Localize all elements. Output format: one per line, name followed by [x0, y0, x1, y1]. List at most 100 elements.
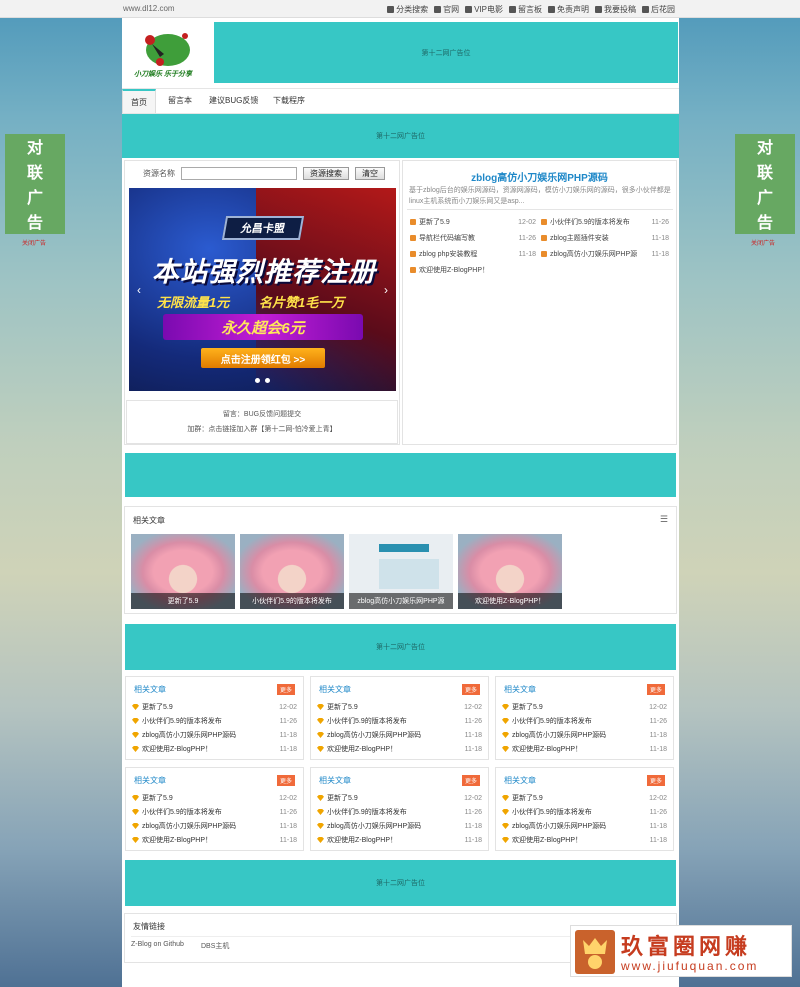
card-row[interactable]: 更新了5.9 12-02	[317, 792, 482, 804]
top-link-disclaimer[interactable]: 免责声明	[548, 4, 589, 15]
site-url[interactable]: www.dl12.com	[123, 4, 175, 13]
top-link-garden[interactable]: 后花园	[642, 4, 675, 15]
friend-link[interactable]: DBS主机	[201, 941, 229, 951]
gem-icon	[502, 809, 509, 815]
slider-dot-1[interactable]	[255, 378, 260, 383]
side-ad-left[interactable]: 对联广告	[5, 134, 65, 234]
doc-icon	[410, 267, 416, 273]
nav-guestbook[interactable]: 留言本	[160, 89, 200, 113]
clear-button[interactable]: 清空	[355, 166, 385, 180]
list-icon[interactable]: ☰	[660, 514, 668, 525]
card-row[interactable]: zblog高仿小刀娱乐网PHP源码 11-18	[132, 820, 297, 832]
nav-home[interactable]: 首页	[122, 89, 156, 113]
latest-item[interactable]: 导航栏代码编写教 11-26	[410, 233, 536, 243]
slide-cta-button[interactable]: 点击注册领红包 >>	[201, 348, 325, 368]
latest-item[interactable]: zblog主题插件安装 11-18	[541, 233, 669, 243]
card-row[interactable]: 更新了5.9 12-02	[317, 701, 482, 713]
more-button[interactable]: 更多	[461, 775, 480, 786]
card-row[interactable]: 小伙伴们5.9的版本将发布 11-26	[317, 715, 482, 727]
banner-ad-2[interactable]: 第十二网广告位	[125, 624, 676, 670]
card-row[interactable]: 小伙伴们5.9的版本将发布 11-26	[502, 806, 667, 818]
banner-ad-3[interactable]: 第十二网广告位	[125, 860, 676, 906]
latest-item[interactable]: 欢迎使用Z-BlogPHP！	[410, 265, 536, 275]
friend-link[interactable]: Z-Blog on Github	[131, 941, 184, 948]
gem-icon	[132, 795, 139, 801]
top-link-search[interactable]: 分类搜索	[387, 4, 428, 15]
site-logo[interactable]: 小刀娱乐 乐于分享	[130, 24, 210, 84]
card-row[interactable]: 小伙伴们5.9的版本将发布 11-26	[132, 806, 297, 818]
more-button[interactable]: 更多	[276, 775, 295, 786]
more-button[interactable]: 更多	[276, 684, 295, 695]
search-button[interactable]: 资源搜索	[303, 166, 349, 180]
slider-next-icon[interactable]: ›	[384, 283, 388, 297]
notice-line-2[interactable]: 加群：点击链接加入群【第十二网-怕冷爱上青】	[127, 422, 397, 437]
search-input[interactable]	[181, 166, 297, 180]
card-row[interactable]: 更新了5.9 12-02	[502, 701, 667, 713]
featured-title[interactable]: zblog高仿小刀娱乐网PHP源码	[403, 169, 676, 184]
card-row[interactable]: zblog高仿小刀娱乐网PHP源码 11-18	[502, 729, 667, 741]
top-link-official[interactable]: 官网	[434, 4, 459, 15]
notice-line-1[interactable]: 留言：BUG反馈问题提交	[127, 407, 397, 422]
article-card: 相关文章 更多更新了5.9 12-02 小伙伴们5.9的版本将发布 11-26 zblog…	[310, 676, 489, 760]
latest-item[interactable]: 更新了5.9 12-02	[410, 217, 536, 227]
article-card: 相关文章 更多更新了5.9 12-02 小伙伴们5.9的版本将发布 11-26 zblog…	[495, 676, 674, 760]
divider	[407, 209, 673, 210]
card-heading[interactable]: 相关文章	[134, 775, 166, 786]
card-row[interactable]: 欢迎使用Z-BlogPHP！ 11-18	[132, 743, 297, 755]
gem-icon	[132, 837, 139, 843]
notice-box: 留言：BUG反馈问题提交 加群：点击链接加入群【第十二网-怕冷爱上青】	[126, 400, 398, 444]
card-row[interactable]: 更新了5.9 12-02	[132, 701, 297, 713]
nav-download[interactable]: 下载程序	[265, 89, 313, 113]
slide-bar: 永久超会6元	[163, 314, 363, 340]
watermark-title: 玖富圈网赚	[621, 934, 752, 959]
related-thumb[interactable]: 小伙伴们5.9的版本将发布	[240, 534, 344, 609]
card-row[interactable]: 欢迎使用Z-BlogPHP！ 11-18	[317, 743, 482, 755]
gem-icon	[317, 718, 324, 724]
latest-item[interactable]: zblog php安装教程 11-18	[410, 249, 536, 259]
top-link-submit[interactable]: 我要投稿	[595, 4, 636, 15]
search-label: 资源名称	[143, 168, 175, 178]
top-link-vip[interactable]: VIP电影	[465, 4, 503, 15]
card-row[interactable]: 欢迎使用Z-BlogPHP！ 11-18	[317, 834, 482, 846]
promo-slider[interactable]: 允昌卡盟 本站强烈推荐注册 无限流量1元 名片赞1毛一万 永久超会6元 点击注册…	[129, 188, 396, 391]
related-thumb[interactable]: 欢迎使用Z-BlogPHP！	[458, 534, 562, 609]
close-ad-right[interactable]: 关闭广告	[751, 238, 775, 247]
gem-icon	[132, 732, 139, 738]
card-row[interactable]: zblog高仿小刀娱乐网PHP源码 11-18	[132, 729, 297, 741]
card-row[interactable]: 欢迎使用Z-BlogPHP！ 11-18	[502, 743, 667, 755]
card-row[interactable]: 更新了5.9 12-02	[502, 792, 667, 804]
header-ad[interactable]: 第十二网广告位	[214, 22, 678, 83]
card-heading[interactable]: 相关文章	[319, 684, 351, 695]
more-button[interactable]: 更多	[461, 684, 480, 695]
card-row[interactable]: 小伙伴们5.9的版本将发布 11-26	[502, 715, 667, 727]
latest-item[interactable]: zblog高仿小刀娱乐网PHP源 11-18	[541, 249, 669, 259]
doc-icon	[410, 235, 416, 241]
card-row[interactable]: 欢迎使用Z-BlogPHP！ 11-18	[132, 834, 297, 846]
top-link-board[interactable]: 留言板	[509, 4, 542, 15]
card-row[interactable]: zblog高仿小刀娱乐网PHP源码 11-18	[502, 820, 667, 832]
card-row[interactable]: 小伙伴们5.9的版本将发布 11-26	[317, 806, 482, 818]
banner-ad-1[interactable]: 第十二网广告位	[122, 114, 679, 158]
more-button[interactable]: 更多	[646, 684, 665, 695]
nav-feedback[interactable]: 建议BUG反馈	[201, 89, 266, 113]
card-heading[interactable]: 相关文章	[504, 684, 536, 695]
card-row[interactable]: 小伙伴们5.9的版本将发布 11-26	[132, 715, 297, 727]
card-row[interactable]: 更新了5.9 12-02	[132, 792, 297, 804]
more-button[interactable]: 更多	[646, 775, 665, 786]
slider-dot-2[interactable]	[265, 378, 270, 383]
gem-icon	[132, 823, 139, 829]
related-thumb[interactable]: 更新了5.9	[131, 534, 235, 609]
card-heading[interactable]: 相关文章	[134, 684, 166, 695]
close-ad-left[interactable]: 关闭广告	[22, 238, 46, 247]
card-heading[interactable]: 相关文章	[504, 775, 536, 786]
card-row[interactable]: zblog高仿小刀娱乐网PHP源码 11-18	[317, 729, 482, 741]
side-ad-right[interactable]: 对联广告	[735, 134, 795, 234]
banner-ad-blank[interactable]	[125, 453, 676, 497]
related-thumb[interactable]: zblog高仿小刀娱乐网PHP源	[349, 534, 453, 609]
article-card: 相关文章 更多更新了5.9 12-02 小伙伴们5.9的版本将发布 11-26 zblog…	[495, 767, 674, 851]
card-row[interactable]: zblog高仿小刀娱乐网PHP源码 11-18	[317, 820, 482, 832]
slider-prev-icon[interactable]: ‹	[137, 283, 141, 297]
card-heading[interactable]: 相关文章	[319, 775, 351, 786]
latest-item[interactable]: 小伙伴们5.9的版本将发布 11-26	[541, 217, 669, 227]
card-row[interactable]: 欢迎使用Z-BlogPHP！ 11-18	[502, 834, 667, 846]
